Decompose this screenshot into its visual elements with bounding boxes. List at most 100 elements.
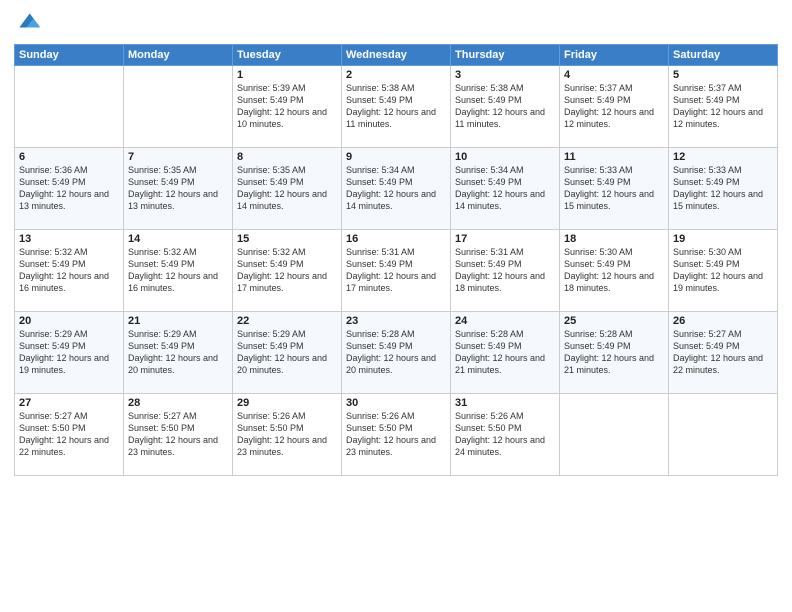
day-number: 29: [237, 397, 337, 409]
calendar-day-cell: 14 Sunrise: 5:32 AM Sunset: 5:49 PM Dayl…: [124, 230, 233, 312]
daylight-text: Daylight: 12 hours and 11 minutes.: [346, 107, 436, 129]
sunrise-text: Sunrise: 5:26 AM: [455, 411, 524, 421]
calendar-day-cell: 6 Sunrise: 5:36 AM Sunset: 5:49 PM Dayli…: [15, 148, 124, 230]
daylight-text: Daylight: 12 hours and 17 minutes.: [237, 271, 327, 293]
day-info: Sunrise: 5:27 AM Sunset: 5:50 PM Dayligh…: [128, 410, 228, 459]
day-of-week-header: Wednesday: [342, 45, 451, 66]
day-number: 21: [128, 315, 228, 327]
day-number: 16: [346, 233, 446, 245]
calendar-container: SundayMondayTuesdayWednesdayThursdayFrid…: [0, 0, 792, 612]
calendar-day-cell: 31 Sunrise: 5:26 AM Sunset: 5:50 PM Dayl…: [451, 394, 560, 476]
daylight-text: Daylight: 12 hours and 14 minutes.: [346, 189, 436, 211]
day-of-week-header: Tuesday: [233, 45, 342, 66]
sunset-text: Sunset: 5:49 PM: [346, 95, 413, 105]
calendar-day-cell: 27 Sunrise: 5:27 AM Sunset: 5:50 PM Dayl…: [15, 394, 124, 476]
daylight-text: Daylight: 12 hours and 24 minutes.: [455, 435, 545, 457]
calendar-day-cell: 16 Sunrise: 5:31 AM Sunset: 5:49 PM Dayl…: [342, 230, 451, 312]
day-of-week-header: Sunday: [15, 45, 124, 66]
day-number: 10: [455, 151, 555, 163]
daylight-text: Daylight: 12 hours and 23 minutes.: [128, 435, 218, 457]
day-info: Sunrise: 5:27 AM Sunset: 5:50 PM Dayligh…: [19, 410, 119, 459]
day-info: Sunrise: 5:35 AM Sunset: 5:49 PM Dayligh…: [128, 164, 228, 213]
calendar-day-cell: 26 Sunrise: 5:27 AM Sunset: 5:49 PM Dayl…: [669, 312, 778, 394]
day-number: 7: [128, 151, 228, 163]
sunrise-text: Sunrise: 5:27 AM: [19, 411, 88, 421]
daylight-text: Daylight: 12 hours and 23 minutes.: [237, 435, 327, 457]
sunrise-text: Sunrise: 5:31 AM: [346, 247, 415, 257]
day-info: Sunrise: 5:26 AM Sunset: 5:50 PM Dayligh…: [455, 410, 555, 459]
daylight-text: Daylight: 12 hours and 13 minutes.: [19, 189, 109, 211]
sunrise-text: Sunrise: 5:29 AM: [128, 329, 197, 339]
day-info: Sunrise: 5:34 AM Sunset: 5:49 PM Dayligh…: [455, 164, 555, 213]
sunset-text: Sunset: 5:49 PM: [673, 177, 740, 187]
day-number: 26: [673, 315, 773, 327]
day-info: Sunrise: 5:32 AM Sunset: 5:49 PM Dayligh…: [237, 246, 337, 295]
daylight-text: Daylight: 12 hours and 11 minutes.: [455, 107, 545, 129]
calendar-day-cell: 10 Sunrise: 5:34 AM Sunset: 5:49 PM Dayl…: [451, 148, 560, 230]
sunrise-text: Sunrise: 5:36 AM: [19, 165, 88, 175]
sunrise-text: Sunrise: 5:27 AM: [673, 329, 742, 339]
daylight-text: Daylight: 12 hours and 15 minutes.: [673, 189, 763, 211]
day-info: Sunrise: 5:37 AM Sunset: 5:49 PM Dayligh…: [673, 82, 773, 131]
day-number: 27: [19, 397, 119, 409]
sunrise-text: Sunrise: 5:39 AM: [237, 83, 306, 93]
daylight-text: Daylight: 12 hours and 12 minutes.: [673, 107, 763, 129]
daylight-text: Daylight: 12 hours and 20 minutes.: [346, 353, 436, 375]
day-number: 18: [564, 233, 664, 245]
day-info: Sunrise: 5:38 AM Sunset: 5:49 PM Dayligh…: [455, 82, 555, 131]
calendar-day-cell: 8 Sunrise: 5:35 AM Sunset: 5:49 PM Dayli…: [233, 148, 342, 230]
sunrise-text: Sunrise: 5:33 AM: [564, 165, 633, 175]
day-info: Sunrise: 5:39 AM Sunset: 5:49 PM Dayligh…: [237, 82, 337, 131]
calendar-day-cell: 2 Sunrise: 5:38 AM Sunset: 5:49 PM Dayli…: [342, 66, 451, 148]
daylight-text: Daylight: 12 hours and 19 minutes.: [19, 353, 109, 375]
day-info: Sunrise: 5:28 AM Sunset: 5:49 PM Dayligh…: [455, 328, 555, 377]
daylight-text: Daylight: 12 hours and 13 minutes.: [128, 189, 218, 211]
day-number: 11: [564, 151, 664, 163]
calendar-day-cell: 23 Sunrise: 5:28 AM Sunset: 5:49 PM Dayl…: [342, 312, 451, 394]
day-info: Sunrise: 5:35 AM Sunset: 5:49 PM Dayligh…: [237, 164, 337, 213]
calendar-day-cell: 22 Sunrise: 5:29 AM Sunset: 5:49 PM Dayl…: [233, 312, 342, 394]
sunrise-text: Sunrise: 5:32 AM: [128, 247, 197, 257]
day-info: Sunrise: 5:36 AM Sunset: 5:49 PM Dayligh…: [19, 164, 119, 213]
daylight-text: Daylight: 12 hours and 14 minutes.: [237, 189, 327, 211]
header: [14, 10, 778, 38]
sunrise-text: Sunrise: 5:34 AM: [346, 165, 415, 175]
calendar-day-cell: 18 Sunrise: 5:30 AM Sunset: 5:49 PM Dayl…: [560, 230, 669, 312]
sunset-text: Sunset: 5:50 PM: [237, 423, 304, 433]
day-number: 28: [128, 397, 228, 409]
calendar-day-cell: 12 Sunrise: 5:33 AM Sunset: 5:49 PM Dayl…: [669, 148, 778, 230]
calendar-day-cell: 28 Sunrise: 5:27 AM Sunset: 5:50 PM Dayl…: [124, 394, 233, 476]
day-number: 2: [346, 69, 446, 81]
day-number: 31: [455, 397, 555, 409]
day-info: Sunrise: 5:33 AM Sunset: 5:49 PM Dayligh…: [564, 164, 664, 213]
daylight-text: Daylight: 12 hours and 17 minutes.: [346, 271, 436, 293]
day-info: Sunrise: 5:29 AM Sunset: 5:49 PM Dayligh…: [237, 328, 337, 377]
sunset-text: Sunset: 5:50 PM: [346, 423, 413, 433]
day-info: Sunrise: 5:34 AM Sunset: 5:49 PM Dayligh…: [346, 164, 446, 213]
day-of-week-header: Friday: [560, 45, 669, 66]
daylight-text: Daylight: 12 hours and 21 minutes.: [564, 353, 654, 375]
sunset-text: Sunset: 5:49 PM: [455, 95, 522, 105]
day-of-week-header: Saturday: [669, 45, 778, 66]
sunrise-text: Sunrise: 5:32 AM: [237, 247, 306, 257]
calendar-header-row: SundayMondayTuesdayWednesdayThursdayFrid…: [15, 45, 778, 66]
daylight-text: Daylight: 12 hours and 23 minutes.: [346, 435, 436, 457]
calendar-day-cell: 4 Sunrise: 5:37 AM Sunset: 5:49 PM Dayli…: [560, 66, 669, 148]
day-number: 19: [673, 233, 773, 245]
day-info: Sunrise: 5:37 AM Sunset: 5:49 PM Dayligh…: [564, 82, 664, 131]
sunset-text: Sunset: 5:50 PM: [128, 423, 195, 433]
calendar-day-cell: [124, 66, 233, 148]
calendar-day-cell: 15 Sunrise: 5:32 AM Sunset: 5:49 PM Dayl…: [233, 230, 342, 312]
calendar-table: SundayMondayTuesdayWednesdayThursdayFrid…: [14, 44, 778, 476]
day-info: Sunrise: 5:38 AM Sunset: 5:49 PM Dayligh…: [346, 82, 446, 131]
day-info: Sunrise: 5:29 AM Sunset: 5:49 PM Dayligh…: [19, 328, 119, 377]
sunset-text: Sunset: 5:49 PM: [673, 95, 740, 105]
daylight-text: Daylight: 12 hours and 18 minutes.: [455, 271, 545, 293]
calendar-week-row: 27 Sunrise: 5:27 AM Sunset: 5:50 PM Dayl…: [15, 394, 778, 476]
sunset-text: Sunset: 5:49 PM: [237, 177, 304, 187]
calendar-day-cell: 29 Sunrise: 5:26 AM Sunset: 5:50 PM Dayl…: [233, 394, 342, 476]
calendar-day-cell: 11 Sunrise: 5:33 AM Sunset: 5:49 PM Dayl…: [560, 148, 669, 230]
daylight-text: Daylight: 12 hours and 12 minutes.: [564, 107, 654, 129]
day-number: 5: [673, 69, 773, 81]
sunset-text: Sunset: 5:49 PM: [346, 341, 413, 351]
